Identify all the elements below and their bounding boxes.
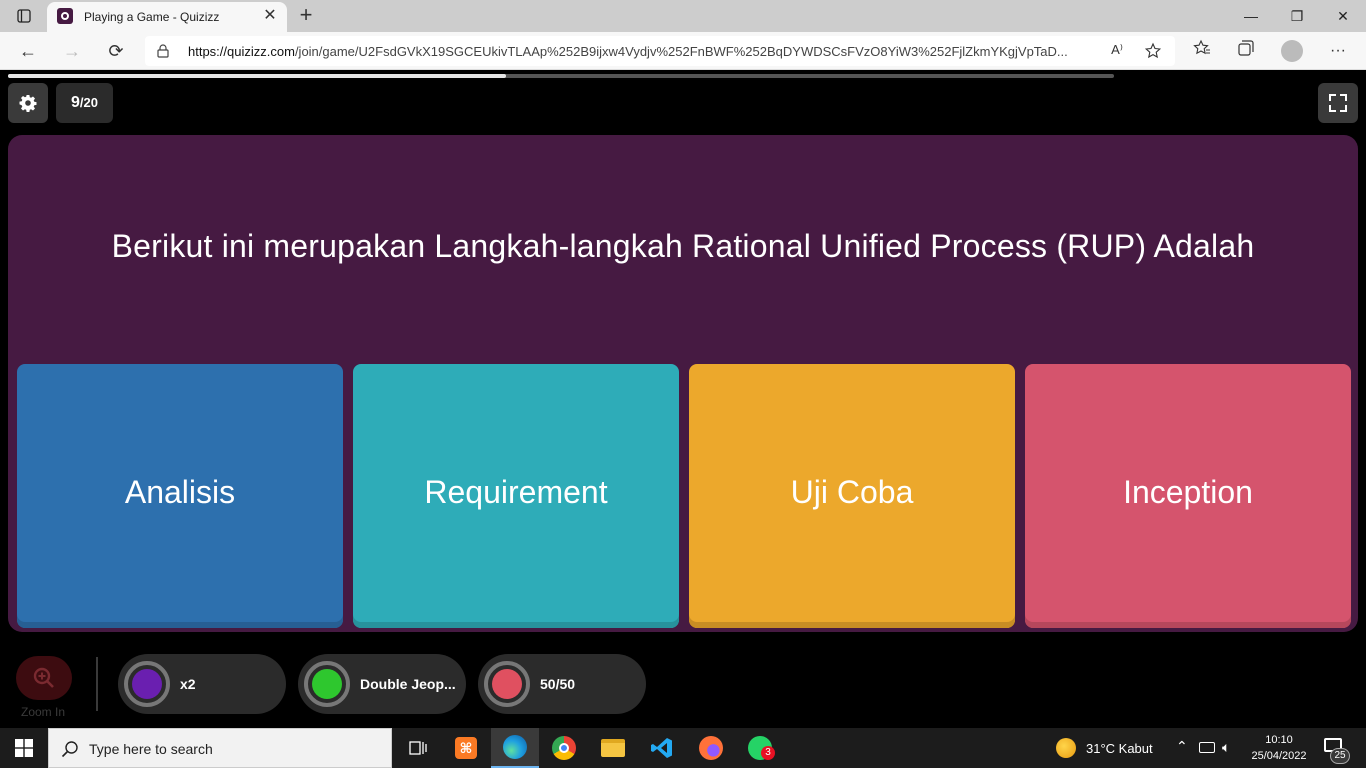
task-view-icon[interactable] (394, 728, 442, 768)
powerup-double-jeopardy[interactable]: Double Jeop... (298, 654, 466, 714)
tab-close-icon[interactable]: ✕ (261, 7, 279, 25)
network-icon[interactable] (1199, 742, 1215, 753)
notification-count: 25 (1330, 748, 1350, 764)
tab-title: Playing a Game - Quizizz (84, 10, 220, 24)
lock-icon (157, 44, 169, 58)
search-icon (61, 741, 78, 758)
multiplier-powerup-icon (124, 661, 170, 707)
progress-fill (8, 74, 506, 78)
powerup-divider (96, 657, 98, 711)
url-text[interactable]: https://quizizz.com/join/game/U2FsdGVkX1… (188, 44, 1103, 59)
chevron-up-icon[interactable]: ⌃ (1176, 738, 1188, 755)
file-explorer-icon[interactable] (589, 728, 637, 768)
taskbar-search[interactable]: Type here to search (48, 728, 392, 768)
forward-button[interactable]: → (58, 37, 86, 65)
volume-icon[interactable]: 🔈︎ (1222, 739, 1230, 756)
answer-option-label: Uji Coba (790, 473, 914, 510)
question-current: 9 (71, 94, 80, 111)
start-button[interactable] (0, 728, 48, 768)
address-bar[interactable]: https://quizizz.com/join/game/U2FsdGVkX1… (145, 36, 1175, 66)
powerup-label: 50/50 (540, 676, 576, 692)
answer-option-4[interactable]: Inception (1025, 364, 1351, 628)
favorites-icon[interactable] (1190, 39, 1214, 63)
address-toolbar: ← → ⟳ https://quizizz.com/join/game/U2Fs… (0, 32, 1366, 70)
answer-option-label: Inception (1123, 473, 1253, 510)
answer-option-label: Requirement (424, 473, 608, 510)
clock-time: 10:10 (1265, 734, 1293, 746)
answer-option-1[interactable]: Analisis (17, 364, 343, 628)
restore-button[interactable]: ❐ (1274, 0, 1320, 32)
powerup-fifty-fifty[interactable]: 50/50 (478, 654, 646, 714)
refresh-button[interactable]: ⟳ (102, 37, 130, 65)
quizizz-favicon-icon (57, 8, 73, 24)
fifty-fifty-powerup-icon (484, 661, 530, 707)
collections-icon[interactable] (1234, 39, 1258, 63)
progress-bar (8, 74, 1114, 78)
search-placeholder: Type here to search (89, 741, 213, 757)
powerup-x2[interactable]: x2 (118, 654, 286, 714)
whatsapp-icon[interactable]: 3 (736, 728, 784, 768)
tab-actions-icon[interactable] (8, 4, 40, 28)
powerup-label: Double Jeop... (360, 676, 456, 692)
edge-icon[interactable] (491, 728, 539, 768)
windows-logo-icon (15, 739, 33, 757)
minimize-button[interactable]: — (1228, 0, 1274, 32)
answer-option-label: Analisis (124, 473, 236, 510)
active-tab[interactable]: Playing a Game - Quizizz ✕ (47, 2, 287, 32)
firefox-icon[interactable] (687, 728, 735, 768)
profile-avatar[interactable] (1281, 40, 1303, 62)
fullscreen-icon (1329, 94, 1336, 101)
zoom-in-label: Zoom In (21, 705, 66, 719)
fullscreen-button[interactable] (1318, 83, 1358, 123)
settings-menu-icon[interactable]: ··· (1326, 39, 1350, 63)
add-favorite-icon[interactable] (1143, 42, 1163, 60)
windows-taskbar: Type here to search ⌘ 3 31°C Kabut ⌃ 🔈︎ … (0, 728, 1366, 768)
double-jeopardy-powerup-icon (304, 661, 350, 707)
powerup-label: x2 (180, 676, 196, 692)
zoom-in-button[interactable] (16, 656, 72, 700)
weather-icon[interactable] (1056, 738, 1076, 758)
close-window-button[interactable]: ✕ (1320, 0, 1366, 32)
question-total: /20 (79, 95, 98, 110)
xampp-icon[interactable]: ⌘ (442, 728, 490, 768)
game-settings-button[interactable] (8, 83, 48, 123)
question-counter: 9/20 (56, 83, 113, 123)
read-aloud-icon[interactable]: A⁾ (1107, 42, 1127, 60)
answer-option-3[interactable]: Uji Coba (689, 364, 1015, 628)
answer-option-2[interactable]: Requirement (353, 364, 679, 628)
chrome-icon[interactable] (540, 728, 588, 768)
whatsapp-badge: 3 (761, 746, 775, 760)
question-text: Berikut ini merupakan Langkah-langkah Ra… (111, 228, 1255, 264)
clock-date: 25/04/2022 (1251, 750, 1307, 762)
clock[interactable]: 10:10 25/04/2022 (1244, 732, 1314, 764)
browser-tab-strip: Playing a Game - Quizizz ✕ + — ❐ ✕ (0, 0, 1366, 32)
new-tab-button[interactable]: + (294, 4, 318, 28)
weather-text[interactable]: 31°C Kabut (1086, 741, 1153, 756)
gear-icon (19, 95, 37, 112)
back-button[interactable]: ← (14, 37, 42, 65)
vscode-icon[interactable] (638, 728, 686, 768)
zoom-in-icon (33, 667, 54, 688)
